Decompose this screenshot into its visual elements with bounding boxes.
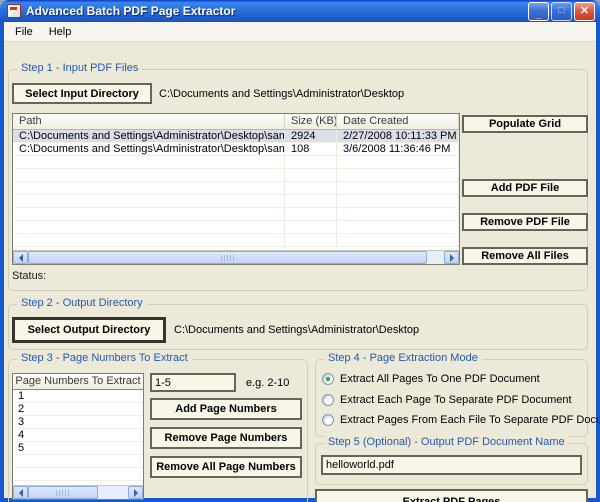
radio-label: Extract Each Page To Separate PDF Docume… [340,394,572,406]
radio-icon [322,414,334,426]
grid-row-sample1[interactable]: C:\Documents and Settings\Administrator\… [13,130,459,143]
maximize-button[interactable]: □ [551,2,572,21]
column-header-size[interactable]: Size (KB) [285,114,337,129]
grid-empty-row [13,221,459,234]
cell-path: C:\Documents and Settings\Administrator\… [13,143,285,156]
grid-empty-row [13,208,459,221]
remove-pdf-file-button[interactable]: Remove PDF File [462,213,588,231]
output-directory-path: C:\Documents and Settings\Administrator\… [174,324,419,336]
menu-file[interactable]: File [8,24,40,40]
radio-label: Extract All Pages To One PDF Document [340,373,540,385]
arrow-left-icon [15,489,23,497]
arrow-right-icon [134,489,142,497]
cell-date: 3/6/2008 11:36:46 PM [337,143,459,156]
scroll-right-button[interactable] [444,251,459,264]
title-bar[interactable]: Advanced Batch PDF Page Extractor _ □ ✕ [0,0,600,22]
page-number-empty-row [13,455,143,468]
step5-group-title: Step 5 (Optional) - Output PDF Document … [324,436,569,448]
grid-empty-row [13,182,459,195]
page-number-empty-row [13,468,143,481]
radio-extract-each-page[interactable]: Extract Each Page To Separate PDF Docume… [322,393,572,407]
step1-group-title: Step 1 - Input PDF Files [17,62,142,74]
scroll-left-button[interactable] [13,251,28,264]
client-area: Step 1 - Input PDF Files Select Input Di… [4,43,596,499]
page-range-input[interactable] [150,373,236,392]
scrollbar-track[interactable] [28,251,444,264]
input-directory-path: C:\Documents and Settings\Administrator\… [159,88,404,100]
page-number-item[interactable]: 4 [13,429,143,442]
page-number-item[interactable]: 2 [13,403,143,416]
grid-row-sample2[interactable]: C:\Documents and Settings\Administrator\… [13,143,459,156]
remove-all-files-button[interactable]: Remove All Files [462,247,588,265]
scroll-right-button[interactable] [128,486,143,499]
add-pdf-file-button[interactable]: Add PDF File [462,179,588,197]
app-window: Advanced Batch PDF Page Extractor _ □ ✕ … [0,0,600,502]
scrollbar-thumb[interactable] [28,486,98,499]
grid-empty-row [13,234,459,247]
remove-all-page-numbers-button[interactable]: Remove All Page Numbers [150,456,302,478]
menu-bar: File Help [4,22,596,42]
grid-empty-row [13,169,459,182]
page-numbers-list[interactable]: Page Numbers To Extract 1 2 3 4 5 [12,373,144,500]
window-body: File Help Step 1 - Input PDF Files Selec… [0,22,600,502]
step4-group-title: Step 4 - Page Extraction Mode [324,352,482,364]
cell-size: 108 [285,143,337,156]
minimize-button[interactable]: _ [528,2,549,21]
add-page-numbers-button[interactable]: Add Page Numbers [150,398,302,420]
cell-size: 2924 [285,130,337,143]
page-numbers-list-header: Page Numbers To Extract [13,374,143,390]
select-output-directory-button[interactable]: Select Output Directory [12,317,166,343]
page-number-item[interactable]: 5 [13,442,143,455]
menu-help[interactable]: Help [42,24,79,40]
remove-page-numbers-button[interactable]: Remove Page Numbers [150,427,302,449]
arrow-left-icon [15,254,23,262]
maximize-icon: □ [558,6,564,16]
radio-extract-all-pages[interactable]: Extract All Pages To One PDF Document [322,372,540,386]
arrow-right-icon [450,254,458,262]
page-range-hint: e.g. 2-10 [246,377,289,389]
scrollbar-track[interactable] [28,486,128,499]
extract-pdf-pages-button[interactable]: Extract PDF Pages [315,489,588,502]
grid-header[interactable]: Path Size (KB) Date Created [13,114,459,130]
column-header-path[interactable]: Path [13,114,285,129]
select-input-directory-button[interactable]: Select Input Directory [12,83,152,104]
close-icon: ✕ [580,6,589,17]
scrollbar-thumb[interactable] [28,251,427,264]
output-filename-input[interactable] [321,455,582,475]
grid-empty-row [13,156,459,169]
step2-group-title: Step 2 - Output Directory [17,297,147,309]
input-files-grid[interactable]: Path Size (KB) Date Created C:\Documents… [12,113,460,265]
minimize-icon: _ [536,10,542,20]
cell-path: C:\Documents and Settings\Administrator\… [13,130,285,143]
radio-icon [322,373,334,385]
scroll-left-button[interactable] [13,486,28,499]
radio-extract-pages-each-file[interactable]: Extract Pages From Each File To Separate… [322,413,600,427]
grid-empty-row [13,195,459,208]
list-horizontal-scrollbar[interactable] [13,485,143,499]
page-number-item[interactable]: 1 [13,390,143,403]
app-icon [7,4,21,18]
radio-icon [322,394,334,406]
grid-horizontal-scrollbar[interactable] [13,250,459,264]
populate-grid-button[interactable]: Populate Grid [462,115,588,133]
radio-label: Extract Pages From Each File To Separate… [340,414,600,426]
grip-icon [56,490,70,496]
grip-icon [221,255,235,261]
cell-date: 2/27/2008 10:11:33 PM [337,130,459,143]
step3-group-title: Step 3 - Page Numbers To Extract [17,352,192,364]
status-label: Status: [12,270,46,282]
close-button[interactable]: ✕ [574,2,595,21]
column-header-date[interactable]: Date Created [337,114,459,129]
window-title: Advanced Batch PDF Page Extractor [26,4,528,18]
page-number-item[interactable]: 3 [13,416,143,429]
